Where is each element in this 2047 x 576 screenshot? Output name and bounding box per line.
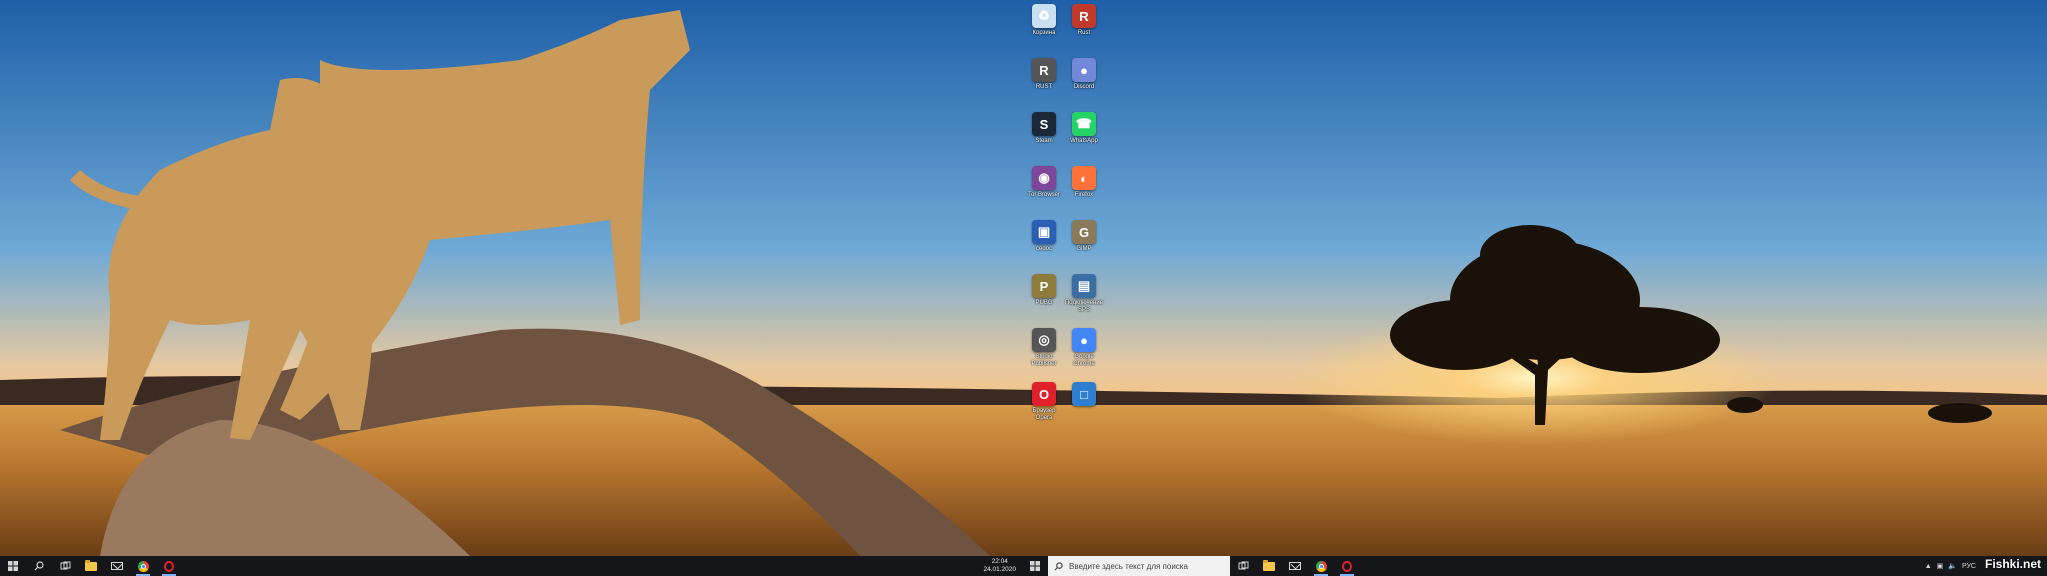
desktop-icon-label: Studio Publisher [1031,354,1057,367]
desktop-icon[interactable]: ▤ Подключение SPS [1064,274,1104,314]
file-explorer-icon[interactable] [78,556,104,576]
opera-icon: O [1032,382,1056,406]
taskbar-right: ▲ ▣ 🔈 РУС [1022,556,2047,576]
desktop-icon-label: Google Chrome [1073,354,1095,367]
desktop-icon[interactable]: ☎ WhatsApp [1064,112,1104,145]
chrome-icon: ● [1072,328,1096,352]
desktop-icon[interactable]: R Rust [1064,4,1104,37]
desktop-icon[interactable]: ♻ Корзина [1024,4,1064,37]
file-explorer-icon[interactable] [1256,556,1282,576]
chrome-icon[interactable] [130,556,156,576]
discord-icon: ● [1072,58,1096,82]
clock-date: 24.01.2020 [983,566,1016,573]
desktop-icon[interactable]: ◐ Firefox [1064,166,1104,199]
desktop-icon[interactable]: ● Google Chrome [1064,328,1104,368]
desktop-icon-label: Tor Browser [1027,192,1060,198]
pubg-icon: P [1032,274,1056,298]
desktop-icon[interactable]: R RUST [1024,58,1064,91]
desktop-icon-label: Firefox [1074,192,1094,198]
windows-start-icon[interactable] [1022,556,1048,576]
language-indicator[interactable]: РУС [1962,563,1976,570]
desktop-icon-label: Подключение SPS [1064,300,1104,313]
opera-icon[interactable] [1334,556,1360,576]
task-view-icon[interactable] [1230,556,1256,576]
remote-desktop-icon: ▤ [1072,274,1096,298]
desktop-icon[interactable]: ▣ cedoc [1024,220,1064,253]
desktop-icon-label: Steam [1035,138,1053,144]
desktop-icon[interactable]: S Steam [1024,112,1064,145]
rust-game-icon: R [1032,58,1056,82]
mail-icon[interactable] [1282,556,1308,576]
taskbar-search-box[interactable] [1048,556,1230,576]
desktop-icon[interactable]: ● Discord [1064,58,1104,91]
desktop-icon[interactable]: □ [1064,382,1104,408]
desktop-icon-label: PUBG [1035,300,1053,306]
desktop-icon[interactable]: ◎ Studio Publisher [1024,328,1064,368]
whatsapp-icon: ☎ [1072,112,1096,136]
desktop-icon-label: Корзина [1032,30,1056,36]
desktop-icon-label: Браузер Opera [1032,408,1056,421]
desktop-icon-label: cedoc [1035,246,1052,252]
opera-icon[interactable] [156,556,182,576]
network-icon[interactable]: ▣ [1937,562,1944,570]
desktop-icon-label: GIMP [1076,246,1092,252]
desktop-icon[interactable]: P PUBG [1024,274,1064,307]
watermark: Fishki.net [1984,557,2041,571]
rust-icon: R [1072,4,1096,28]
search-icon[interactable] [26,556,52,576]
windows-start-icon[interactable] [0,556,26,576]
app-icon: ▣ [1032,220,1056,244]
clock-time: 22:04 [991,558,1008,565]
task-view-icon[interactable] [52,556,78,576]
tor-icon: ◉ [1032,166,1056,190]
chevron-up-icon[interactable]: ▲ [1925,563,1932,570]
computer-icon: □ [1072,382,1096,406]
desktop-icon-label: Discord [1073,84,1095,90]
gimp-icon: G [1072,220,1096,244]
search-input[interactable] [1069,561,1219,571]
steam-icon: S [1032,112,1056,136]
desktop-icon-label: RUST [1035,84,1053,90]
desktop-icon-label: Rust [1077,30,1091,36]
desktop-icon[interactable]: ◉ Tor Browser [1024,166,1064,199]
camera-icon: ◎ [1032,328,1056,352]
search-icon [1054,561,1063,570]
desktop-icon-label: WhatsApp [1070,138,1098,144]
desktop-icon[interactable]: O Браузер Opera [1024,382,1064,422]
mail-icon[interactable] [104,556,130,576]
volume-icon[interactable]: 🔈 [1948,562,1957,570]
system-clock[interactable]: 22:04 24.01.2020 [977,558,1022,574]
recycle-bin-icon: ♻ [1032,4,1056,28]
chrome-icon[interactable] [1308,556,1334,576]
desktop-icon[interactable]: G GIMP [1064,220,1104,253]
firefox-icon: ◐ [1072,166,1096,190]
taskbar-left: 22:04 24.01.2020 [0,556,1022,576]
